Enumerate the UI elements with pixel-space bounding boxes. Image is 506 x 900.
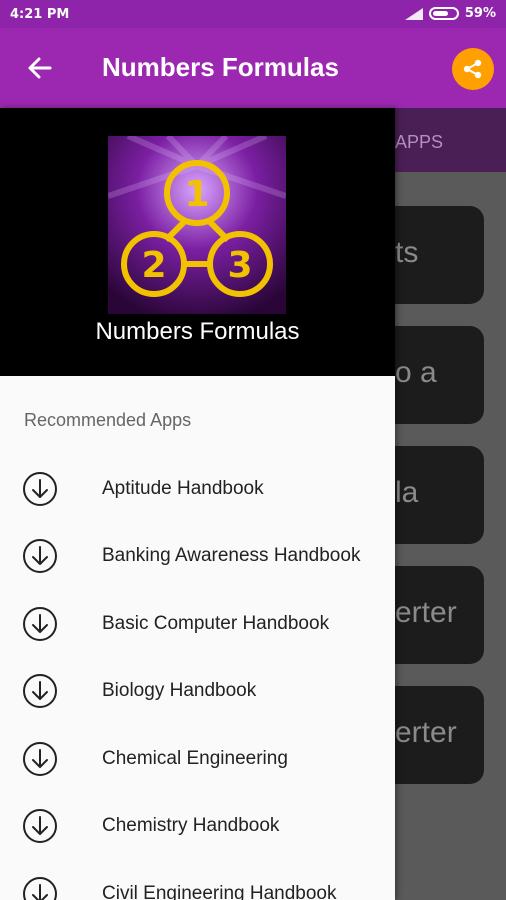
navigation-drawer: 1 2 3 Numbers Formulas Recommended Apps … bbox=[0, 108, 395, 900]
download-icon bbox=[23, 809, 57, 843]
background-card-label: erter bbox=[395, 596, 457, 629]
drawer-item-label: Aptitude Handbook bbox=[102, 478, 264, 499]
battery-icon bbox=[428, 7, 459, 20]
app-bar: Numbers Formulas bbox=[0, 28, 506, 108]
share-button[interactable] bbox=[452, 48, 494, 90]
background-card-label: erter bbox=[395, 716, 457, 749]
drawer-header: 1 2 3 Numbers Formulas bbox=[0, 108, 395, 376]
drawer-item-label: Chemical Engineering bbox=[102, 748, 288, 769]
background-card-label: la bbox=[395, 476, 419, 509]
logo-digit: 2 bbox=[141, 245, 166, 286]
drawer-item-aptitude-handbook[interactable]: Aptitude Handbook bbox=[0, 459, 395, 519]
download-icon bbox=[23, 742, 57, 776]
drawer-item-basic-computer-handbook[interactable]: Basic Computer Handbook bbox=[0, 594, 395, 654]
drawer-item-label: Banking Awareness Handbook bbox=[102, 545, 361, 566]
drawer-item-biology-handbook[interactable]: Biology Handbook bbox=[0, 661, 395, 721]
battery-percent: 59% bbox=[464, 6, 496, 21]
drawer-item-label: Chemistry Handbook bbox=[102, 815, 280, 836]
drawer-item-label: Civil Engineering Handbook bbox=[102, 883, 337, 900]
drawer-item-chemical-engineering[interactable]: Chemical Engineering bbox=[0, 729, 395, 789]
download-icon bbox=[23, 607, 57, 641]
status-bar: 4:21 PM 59% bbox=[0, 0, 506, 28]
status-time: 4:21 PM bbox=[10, 7, 70, 22]
drawer-item-banking-awareness-handbook[interactable]: Banking Awareness Handbook bbox=[0, 526, 395, 586]
app-title: Numbers Formulas bbox=[102, 52, 339, 82]
recommended-apps-label: Recommended Apps bbox=[24, 410, 192, 430]
background-card-label: ts bbox=[395, 236, 419, 269]
download-icon bbox=[23, 877, 57, 900]
logo-digit: 3 bbox=[227, 245, 252, 286]
drawer-header-title: Numbers Formulas bbox=[95, 318, 300, 345]
background-card-label: o a bbox=[395, 356, 437, 389]
drawer-item-chemistry-handbook[interactable]: Chemistry Handbook bbox=[0, 796, 395, 856]
status-indicators: 59% bbox=[404, 6, 496, 21]
apps-tab[interactable]: APPS bbox=[395, 108, 506, 172]
logo-digit: 1 bbox=[184, 174, 209, 215]
download-icon bbox=[23, 674, 57, 708]
download-icon bbox=[23, 472, 57, 506]
signal-icon bbox=[404, 7, 423, 20]
back-arrow-icon[interactable] bbox=[24, 52, 56, 84]
drawer-item-civil-engineering-handbook[interactable]: Civil Engineering Handbook bbox=[0, 864, 395, 900]
drawer-item-label: Basic Computer Handbook bbox=[102, 613, 330, 634]
download-icon bbox=[23, 539, 57, 573]
drawer-item-label: Biology Handbook bbox=[102, 680, 257, 701]
apps-tab-label: APPS bbox=[395, 132, 444, 152]
app-logo: 1 2 3 bbox=[108, 136, 286, 314]
share-icon bbox=[463, 59, 482, 79]
